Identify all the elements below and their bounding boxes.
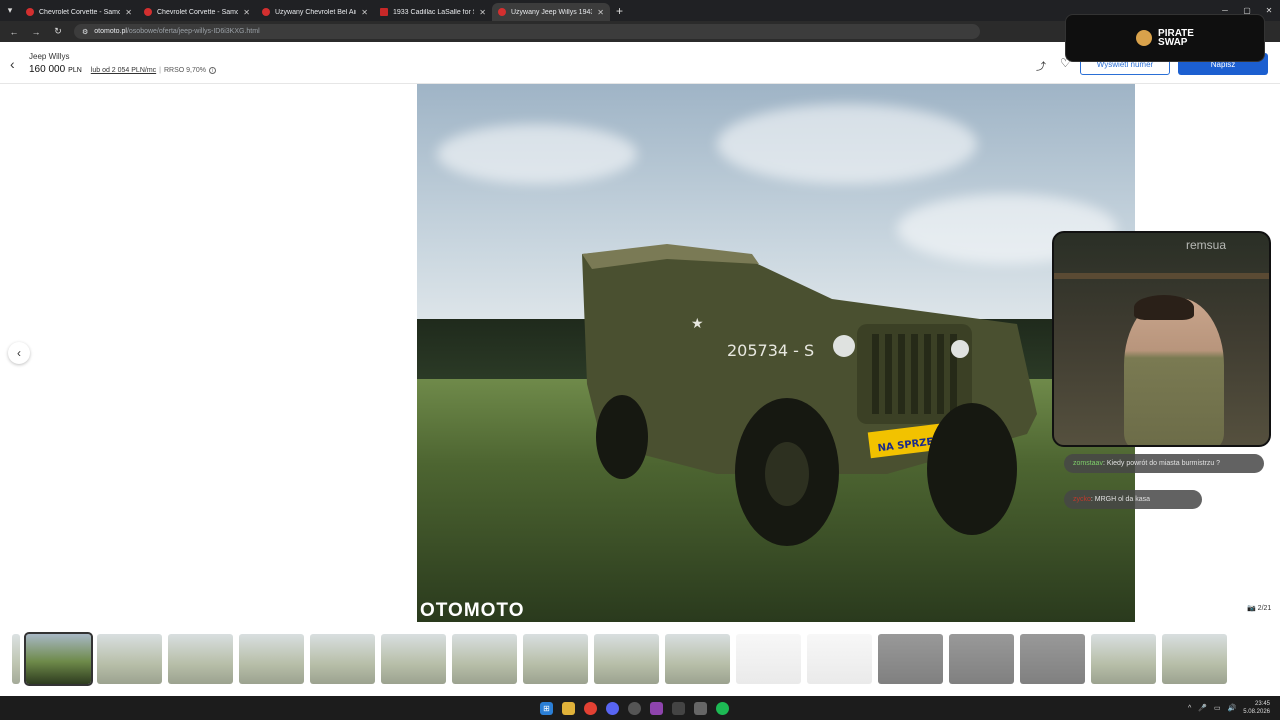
main-photo-jeep[interactable]: 205734 - S ★ NA SPRZEDAŻ (417, 84, 1135, 622)
clock[interactable]: 23:45 5.08.2026 (1243, 700, 1270, 716)
volume-icon[interactable]: 🔊 (1228, 704, 1237, 712)
url-path: /osobowe/oferta/jeep-willys-ID6i3KXG.htm… (126, 28, 260, 35)
thumbnail[interactable] (452, 634, 517, 684)
windows-start-icon[interactable]: ⊞ (540, 701, 553, 715)
shelf (1054, 273, 1269, 279)
close-tab-icon[interactable]: ✕ (125, 8, 132, 17)
microphone-icon[interactable]: 🎤 (1198, 704, 1207, 712)
chat-user: zycko (1073, 496, 1091, 503)
thumbnail[interactable] (1020, 634, 1085, 684)
new-tab-button[interactable]: + (616, 4, 623, 18)
app-icon[interactable] (672, 701, 685, 715)
thumbnail[interactable] (1091, 634, 1156, 684)
tab-label: Używany Chevrolet Bel Air 1955 (275, 8, 356, 16)
otomoto-favicon-icon (498, 8, 506, 16)
forward-arrow-icon[interactable]: → (30, 27, 42, 37)
close-tab-icon[interactable]: ✕ (243, 8, 250, 17)
tab-label: Używany Jeep Willys 1943 - 16 (511, 8, 592, 16)
tab-3[interactable]: Używany Chevrolet Bel Air 1955 ✕ (256, 3, 374, 21)
price-value: 160 000 (29, 64, 66, 75)
app-icon[interactable] (650, 701, 663, 715)
tab-label: Chevrolet Corvette - Samochod (157, 8, 239, 16)
tab-5-active[interactable]: Używany Jeep Willys 1943 - 16 ✕ (492, 3, 610, 21)
back-arrow-icon[interactable]: ← (8, 27, 20, 37)
url-input[interactable]: ⚙ otomoto.pl/osobowe/oferta/jeep-willys-… (74, 24, 980, 39)
file-explorer-icon[interactable] (562, 701, 575, 715)
price-row: 160 000 PLN lub od 2 054 PLN/mc | RRSO 9… (29, 64, 217, 75)
reload-icon[interactable]: ↻ (52, 26, 64, 37)
network-icon[interactable]: ▭ (1214, 704, 1221, 712)
tab-label: 1933 Cadillac LaSalle for Sale | (393, 8, 474, 16)
close-tab-icon[interactable]: ✕ (479, 8, 486, 17)
jeep-illustration: 205734 - S ★ NA SPRZEDAŻ (582, 244, 1037, 546)
thumbnail-strip (0, 628, 1280, 690)
chat-message: zomstaav: Kiedy powrót do miasta burmist… (1064, 454, 1264, 473)
streamer-name: remsua (1186, 238, 1227, 252)
url-host: otomoto.pl (94, 28, 127, 35)
listing-title: Jeep Willys (29, 52, 70, 61)
close-tab-icon[interactable]: ✕ (597, 8, 604, 17)
otomoto-favicon-icon (262, 8, 270, 16)
thumbnail[interactable] (736, 634, 801, 684)
previous-photo-arrow-icon[interactable]: ‹ (8, 342, 30, 364)
back-chevron-icon[interactable]: ‹ (10, 56, 15, 72)
otomoto-favicon-icon (26, 8, 34, 16)
tab-label: Chevrolet Corvette - Samochod (39, 8, 121, 16)
streamer-hair (1134, 295, 1194, 320)
thumbnail[interactable] (310, 634, 375, 684)
share-icon[interactable]: ⤴ (1036, 58, 1046, 73)
chat-text: Kiedy powrót do miasta burmistrzu ? (1106, 460, 1221, 467)
thumbnail[interactable] (1162, 634, 1227, 684)
chat-user: zomstaav (1073, 460, 1103, 467)
otomoto-watermark: OTOMOTO (420, 600, 525, 621)
photo-counter: 📷 2/21 (1247, 604, 1271, 612)
webcam-overlay (1052, 231, 1271, 447)
streamer-figure (1124, 298, 1224, 445)
thumbnail[interactable] (878, 634, 943, 684)
thumbnail[interactable] (665, 634, 730, 684)
clock-date: 5.08.2026 (1243, 709, 1270, 715)
discord-icon[interactable] (606, 701, 619, 715)
os-taskbar: ⊞ ^ 🎤 ▭ 🔊 23:45 5.08.2026 (0, 696, 1280, 720)
chat-text: MRGH ol da kasa (1094, 496, 1151, 503)
tab-search-icon[interactable]: ▾ (0, 0, 20, 21)
app-icon[interactable] (694, 701, 707, 715)
site-info-icon[interactable]: ⚙ (82, 28, 88, 36)
thumbnail[interactable] (381, 634, 446, 684)
svg-text:★: ★ (691, 316, 704, 332)
divider: | (159, 67, 161, 74)
thumbnail[interactable] (807, 634, 872, 684)
thumbnail[interactable] (12, 634, 20, 684)
obs-icon[interactable] (628, 701, 641, 715)
pirate-icon (1136, 30, 1153, 46)
thumbnail[interactable] (523, 634, 588, 684)
rrso-label: RRSO 9,70% (163, 67, 207, 74)
cc-favicon-icon (380, 8, 388, 16)
tab-4[interactable]: 1933 Cadillac LaSalle for Sale | ✕ (374, 3, 492, 21)
clock-time: 23:45 (1254, 701, 1270, 707)
chevron-up-icon[interactable]: ^ (1188, 705, 1191, 712)
thumbnail[interactable] (97, 634, 162, 684)
close-tab-icon[interactable]: ✕ (361, 8, 368, 17)
tab-1[interactable]: Chevrolet Corvette - Samochod ✕ (20, 3, 138, 21)
price-currency: PLN (68, 67, 82, 74)
photo-counter-text: 2/21 (1257, 605, 1272, 612)
thumbnail[interactable] (239, 634, 304, 684)
hood-number: 205734 - S (727, 341, 814, 360)
chrome-icon[interactable] (584, 701, 597, 715)
info-icon[interactable]: i (209, 67, 217, 74)
sponsor-logo: PIRATE SWAP (1065, 14, 1265, 62)
thumbnail[interactable] (594, 634, 659, 684)
installment-link[interactable]: lub od 2 054 PLN/mc (91, 67, 156, 74)
otomoto-favicon-icon (144, 8, 152, 16)
sponsor-line-2: SWAP (1158, 37, 1188, 48)
thumbnail[interactable] (168, 634, 233, 684)
spotify-icon[interactable] (716, 701, 729, 715)
tab-2[interactable]: Chevrolet Corvette - Samochod ✕ (138, 3, 256, 21)
camera-icon: 📷 (1247, 605, 1256, 612)
thumbnail[interactable] (949, 634, 1014, 684)
chat-message: zycko: MRGH ol da kasa (1064, 490, 1202, 509)
thumbnail-active[interactable] (24, 632, 93, 686)
